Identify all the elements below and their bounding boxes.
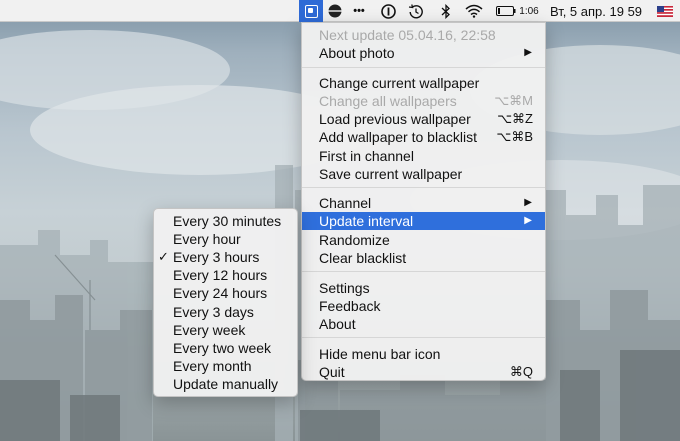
submenu-arrow-icon: ▶ <box>524 47 532 58</box>
menu-item-label: About photo <box>319 45 395 61</box>
interval-option-every-30-minutes[interactable]: Every 30 minutes <box>154 212 297 230</box>
menu-item-settings[interactable]: Settings <box>302 279 545 297</box>
menu-item-first-in-channel[interactable]: First in channel <box>302 147 545 165</box>
checkmark-icon: ✓ <box>158 249 169 264</box>
menu-item-label: Every 3 hours <box>173 249 260 265</box>
interval-option-every-24-hours[interactable]: Every 24 hours <box>154 284 297 302</box>
wallpaper-app-menu: Next update 05.04.16, 22:58 About photo … <box>301 22 546 381</box>
menu-shortcut: ⌥⌘B <box>496 129 533 144</box>
us-flag-input-source-icon[interactable] <box>654 0 676 22</box>
bluetooth-icon[interactable] <box>437 0 455 22</box>
interval-option-every-hour[interactable]: Every hour <box>154 230 297 248</box>
menu-shortcut: ⌥⌘M <box>494 93 533 108</box>
menu-item-label: Add wallpaper to blacklist <box>319 129 477 145</box>
interval-option-every-week[interactable]: Every week <box>154 321 297 339</box>
interval-option-update-manually[interactable]: Update manually <box>154 375 297 393</box>
menu-item-save-current-wallpaper[interactable]: Save current wallpaper <box>302 165 545 183</box>
menu-item-channel[interactable]: Channel ▶ <box>302 194 545 212</box>
menu-shortcut: ⌘Q <box>509 364 533 379</box>
more-dots-icon[interactable]: ••• <box>348 0 370 22</box>
menu-item-label: Update interval <box>319 213 414 229</box>
wallpaper-app-icon <box>304 4 318 18</box>
menu-item-clear-blacklist[interactable]: Clear blacklist <box>302 249 545 267</box>
menu-item-hide-menu-bar-icon[interactable]: Hide menu bar icon <box>302 345 545 363</box>
menubar-clock[interactable]: Вт, 5 апр. 19 59 <box>540 0 652 22</box>
menu-item-load-previous-wallpaper[interactable]: Load previous wallpaper ⌥⌘Z <box>302 110 545 128</box>
menu-item-change-current-wallpaper[interactable]: Change current wallpaper <box>302 74 545 92</box>
menu-separator <box>302 67 545 68</box>
menu-separator <box>302 337 545 338</box>
wifi-icon[interactable] <box>462 0 486 22</box>
update-interval-submenu: Every 30 minutes Every hour ✓ Every 3 ho… <box>153 208 298 397</box>
interval-option-every-two-week[interactable]: Every two week <box>154 339 297 357</box>
next-update-info: Next update 05.04.16, 22:58 <box>319 27 496 43</box>
menu-item-update-interval[interactable]: Update interval ▶ <box>302 212 545 230</box>
info-status-icon[interactable] <box>378 0 398 22</box>
menu-item-change-all-wallpapers: Change all wallpapers ⌥⌘M <box>302 92 545 110</box>
menu-item-randomize[interactable]: Randomize <box>302 231 545 249</box>
menu-item-label: Quit <box>319 364 345 380</box>
menu-item-about[interactable]: About <box>302 315 545 333</box>
menu-separator <box>302 187 545 188</box>
wallpaper-app-menubar-icon[interactable] <box>299 0 323 22</box>
interval-option-every-3-days[interactable]: Every 3 days <box>154 303 297 321</box>
submenu-arrow-icon: ▶ <box>524 197 532 208</box>
menu-bar: ••• 1:06 Вт, 5 апр. 19 59 <box>0 0 680 22</box>
menu-item-label: Change all wallpapers <box>319 93 457 109</box>
interval-option-every-month[interactable]: Every month <box>154 357 297 375</box>
menu-shortcut: ⌥⌘Z <box>497 111 533 126</box>
menu-separator <box>302 271 545 272</box>
menu-item-about-photo[interactable]: About photo ▶ <box>302 44 545 62</box>
battery-time: 1:06 <box>519 5 539 17</box>
interval-option-every-12-hours[interactable]: Every 12 hours <box>154 266 297 284</box>
battery-icon[interactable] <box>495 0 517 22</box>
menu-item-label: Load previous wallpaper <box>319 111 471 127</box>
dark-mode-status-icon[interactable] <box>325 0 345 22</box>
interval-option-every-3-hours[interactable]: ✓ Every 3 hours <box>154 248 297 266</box>
menu-item-feedback[interactable]: Feedback <box>302 297 545 315</box>
submenu-arrow-icon: ▶ <box>524 215 532 226</box>
menu-item-add-wallpaper-to-blacklist[interactable]: Add wallpaper to blacklist ⌥⌘B <box>302 128 545 146</box>
menu-item-quit[interactable]: Quit ⌘Q <box>302 363 545 381</box>
time-machine-icon[interactable] <box>405 0 427 22</box>
menu-item-label: Channel <box>319 195 372 211</box>
